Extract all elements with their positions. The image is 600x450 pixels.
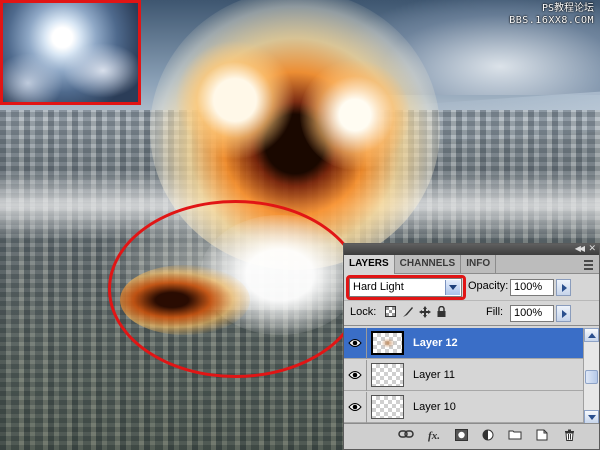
thumbnail-cloud: [3, 53, 63, 102]
eye-icon[interactable]: [348, 337, 362, 349]
link-layers-icon[interactable]: [398, 429, 414, 443]
layer-name: Layer 10: [413, 401, 456, 413]
opacity-slider-arrow-icon[interactable]: [556, 279, 571, 296]
fill-label: Fill:: [486, 306, 504, 318]
panel-menu-icon[interactable]: [581, 258, 595, 270]
trash-icon[interactable]: [561, 429, 577, 443]
lock-image-icon[interactable]: [401, 306, 414, 319]
row-divider: [366, 328, 367, 359]
scroll-thumb[interactable]: [585, 370, 598, 384]
red-rectangle-annotation: [346, 275, 466, 300]
tab-info[interactable]: INFO: [461, 255, 497, 273]
layer-row-layer-10[interactable]: Layer 10: [344, 392, 584, 423]
layer-row-layer-11[interactable]: Layer 11: [344, 360, 584, 391]
layer-thumbnail: [371, 331, 404, 355]
close-icon[interactable]: ✕: [588, 243, 596, 254]
lock-position-icon[interactable]: [418, 306, 431, 319]
collapse-icon[interactable]: ◀◀: [575, 243, 585, 254]
lock-all-icon[interactable]: [435, 305, 448, 319]
opacity-input[interactable]: 100%: [510, 279, 554, 296]
cloud-reference-thumbnail: [0, 0, 141, 105]
adjustment-layer-icon[interactable]: [480, 429, 496, 443]
watermark: PS教程论坛 BBS.16XX8.COM: [509, 3, 594, 27]
fill-slider-arrow-icon[interactable]: [556, 305, 571, 322]
lock-transparent-icon[interactable]: [384, 306, 397, 319]
watermark-line-2: BBS.16XX8.COM: [509, 15, 594, 26]
layers-scrollbar[interactable]: [583, 328, 599, 424]
layers-panel: ◀◀ ✕ LAYERS CHANNELS INFO Hard Light Opa…: [343, 243, 600, 450]
layer-thumbnail: [371, 363, 404, 387]
blend-row: Hard Light Opacity: 100%: [344, 274, 599, 300]
tab-channels[interactable]: CHANNELS: [395, 255, 462, 273]
red-ellipse-annotation: [108, 200, 363, 378]
explosion-highlight: [175, 40, 295, 160]
panel-tabs: LAYERS CHANNELS INFO: [344, 255, 599, 274]
new-group-icon[interactable]: [507, 429, 523, 443]
watermark-line-1: PS教程论坛: [541, 3, 594, 14]
scroll-up-icon[interactable]: [584, 328, 599, 342]
layer-thumbnail: [371, 395, 404, 419]
add-mask-icon[interactable]: [453, 429, 469, 443]
panel-titlebar[interactable]: ◀◀ ✕: [344, 243, 599, 255]
fill-input[interactable]: 100%: [510, 305, 554, 322]
layer-name: Layer 12: [413, 337, 458, 349]
new-layer-icon[interactable]: [534, 429, 550, 443]
scroll-down-icon[interactable]: [584, 410, 599, 424]
layer-list: Layer 12 Layer 11 Layer 10: [344, 328, 584, 424]
layer-name: Layer 11: [413, 369, 455, 381]
explosion-highlight: [300, 60, 410, 170]
row-divider: [366, 360, 367, 391]
lock-row: Lock: Fill: 100%: [344, 300, 599, 326]
thumbnail-cloud: [63, 43, 138, 98]
opacity-label: Opacity:: [468, 280, 509, 292]
layer-row-layer-12[interactable]: Layer 12: [344, 328, 584, 359]
fx-icon[interactable]: fx.: [426, 429, 442, 443]
row-divider: [366, 392, 367, 423]
lock-label: Lock:: [350, 306, 377, 318]
tab-layers[interactable]: LAYERS: [344, 255, 395, 274]
panel-bottom-toolbar: fx.: [344, 423, 599, 449]
eye-icon[interactable]: [348, 369, 362, 381]
eye-icon[interactable]: [348, 401, 362, 413]
